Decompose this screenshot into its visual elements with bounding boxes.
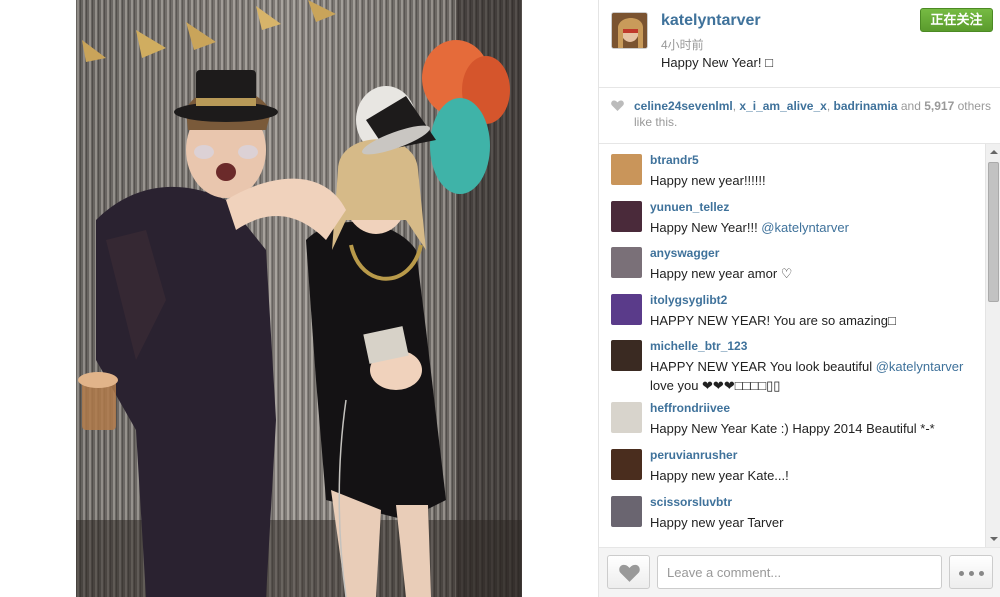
comment-body: Happy New Year Kate :) Happy 2014 Beauti… bbox=[650, 421, 935, 437]
comment-input[interactable] bbox=[657, 555, 942, 589]
comment-body: Happy New Year!!! bbox=[650, 219, 762, 235]
comment-item: scissorsluvbtr Happy new year Tarver bbox=[599, 486, 984, 533]
commenter-avatar[interactable] bbox=[611, 448, 642, 480]
liker-link[interactable]: celine24sevenlml bbox=[634, 99, 733, 113]
comment-body: Happy new year amor ♡ bbox=[650, 266, 793, 282]
commenter-avatar[interactable] bbox=[611, 340, 642, 372]
likes-and: and bbox=[900, 99, 921, 113]
comment-text: Happy New Year Kate :) Happy 2014 Beauti… bbox=[650, 419, 980, 438]
post-author-username[interactable]: katelyntarver bbox=[661, 12, 761, 30]
photo-area bbox=[0, 0, 598, 597]
post-header: katelyntarver 4小时前 Happy New Year! □ 正在关… bbox=[599, 0, 1000, 88]
comment-text: HAPPY NEW YEAR! You are so amazing□ bbox=[650, 311, 980, 330]
comment-body: HAPPY NEW YEAR! You are so amazing□ bbox=[650, 312, 896, 328]
commenter-username[interactable]: itolygsyglibt2 bbox=[650, 293, 727, 307]
commenter-username[interactable]: anyswagger bbox=[650, 246, 719, 260]
comments-list[interactable]: btrandr5 Happy new year!!!!!! yunuen_telle… bbox=[599, 144, 984, 547]
comment-item: michelle_btr_123 HAPPY NEW YEAR You look … bbox=[599, 330, 984, 395]
liker-link[interactable]: badrinamia bbox=[834, 99, 898, 113]
scroll-down-arrow-icon[interactable] bbox=[986, 531, 1000, 547]
heart-icon bbox=[619, 564, 640, 582]
comments-scrollbar[interactable] bbox=[985, 144, 1000, 547]
comment-item: btrandr5 Happy new year!!!!!! bbox=[599, 144, 984, 191]
comment-body: Happy new year!!!!!! bbox=[650, 173, 766, 188]
avatar[interactable] bbox=[611, 12, 648, 49]
dot-icon bbox=[959, 571, 964, 576]
comment-item: heffrondriivee Happy New Year Kate :) Hap… bbox=[599, 392, 984, 439]
commenter-avatar[interactable] bbox=[611, 402, 642, 434]
commenter-username[interactable]: peruvianrusher bbox=[650, 448, 737, 462]
comment-text: Happy new year Kate...! bbox=[650, 466, 980, 485]
comment-item: yunuen_tellez Happy New Year!!! @katelynt… bbox=[599, 191, 984, 238]
comment-item: itolygsyglibt2 HAPPY NEW YEAR! You are so… bbox=[599, 284, 984, 331]
following-button[interactable]: 正在关注 bbox=[920, 8, 993, 32]
post-caption: Happy New Year! □ bbox=[661, 55, 773, 70]
liker-link[interactable]: x_i_am_alive_x bbox=[739, 99, 826, 113]
post-photo[interactable] bbox=[76, 0, 522, 597]
commenter-avatar[interactable] bbox=[611, 200, 642, 232]
comment-text: Happy new year!!!!!! bbox=[650, 171, 980, 190]
comment-text: Happy new year Tarver bbox=[650, 513, 980, 532]
comment-body: HAPPY NEW YEAR You look beautiful bbox=[650, 359, 876, 375]
instagram-post-view: katelyntarver 4小时前 Happy New Year! □ 正在关… bbox=[0, 0, 1000, 597]
commenter-avatar[interactable] bbox=[611, 247, 642, 279]
comment-body: Happy new year Kate...! bbox=[650, 467, 789, 483]
likes-count: 5,917 bbox=[924, 99, 955, 113]
comment-mention[interactable]: @katelyntarver bbox=[876, 359, 964, 374]
more-options-button[interactable] bbox=[949, 555, 993, 589]
likes-summary: celine24sevenlml, x_i_am_alive_x, badrin… bbox=[634, 99, 991, 129]
comment-text: Happy New Year!!! @katelyntarver bbox=[650, 218, 980, 237]
comment-body: Happy new year Tarver bbox=[650, 514, 784, 530]
side-panel: katelyntarver 4小时前 Happy New Year! □ 正在关… bbox=[598, 0, 1000, 597]
scrollbar-thumb[interactable] bbox=[988, 162, 999, 302]
post-timestamp: 4小时前 bbox=[661, 38, 704, 52]
comment-text: HAPPY NEW YEAR You look beautiful @katel… bbox=[650, 357, 980, 395]
like-button[interactable] bbox=[607, 555, 650, 589]
scroll-up-arrow-icon[interactable] bbox=[986, 144, 1000, 160]
commenter-avatar[interactable] bbox=[611, 495, 642, 527]
photo-illustration bbox=[76, 0, 522, 597]
commenter-username[interactable]: heffrondriivee bbox=[650, 401, 730, 415]
comment-text: Happy new year amor ♡ bbox=[650, 264, 980, 283]
comment-body-continued: love you ❤❤❤□□□□▯▯ bbox=[650, 378, 781, 394]
commenter-username[interactable]: scissorsluvbtr bbox=[650, 495, 732, 509]
commenter-username[interactable]: btrandr5 bbox=[650, 153, 699, 167]
likes-section: celine24sevenlml, x_i_am_alive_x, badrin… bbox=[599, 88, 1000, 144]
comment-mention[interactable]: @katelyntarver bbox=[761, 220, 849, 235]
commenter-avatar[interactable] bbox=[611, 293, 642, 325]
comment-item: anyswagger Happy new year amor ♡ bbox=[599, 237, 984, 284]
commenter-username[interactable]: yunuen_tellez bbox=[650, 200, 729, 214]
heart-icon bbox=[611, 100, 624, 111]
dot-icon bbox=[969, 571, 974, 576]
dot-icon bbox=[979, 571, 984, 576]
comment-footer bbox=[599, 547, 1000, 597]
commenter-username[interactable]: michelle_btr_123 bbox=[650, 339, 747, 353]
avatar-image bbox=[612, 13, 647, 48]
comment-item: peruvianrusher Happy new year Kate...! bbox=[599, 439, 984, 486]
commenter-avatar[interactable] bbox=[611, 154, 642, 185]
